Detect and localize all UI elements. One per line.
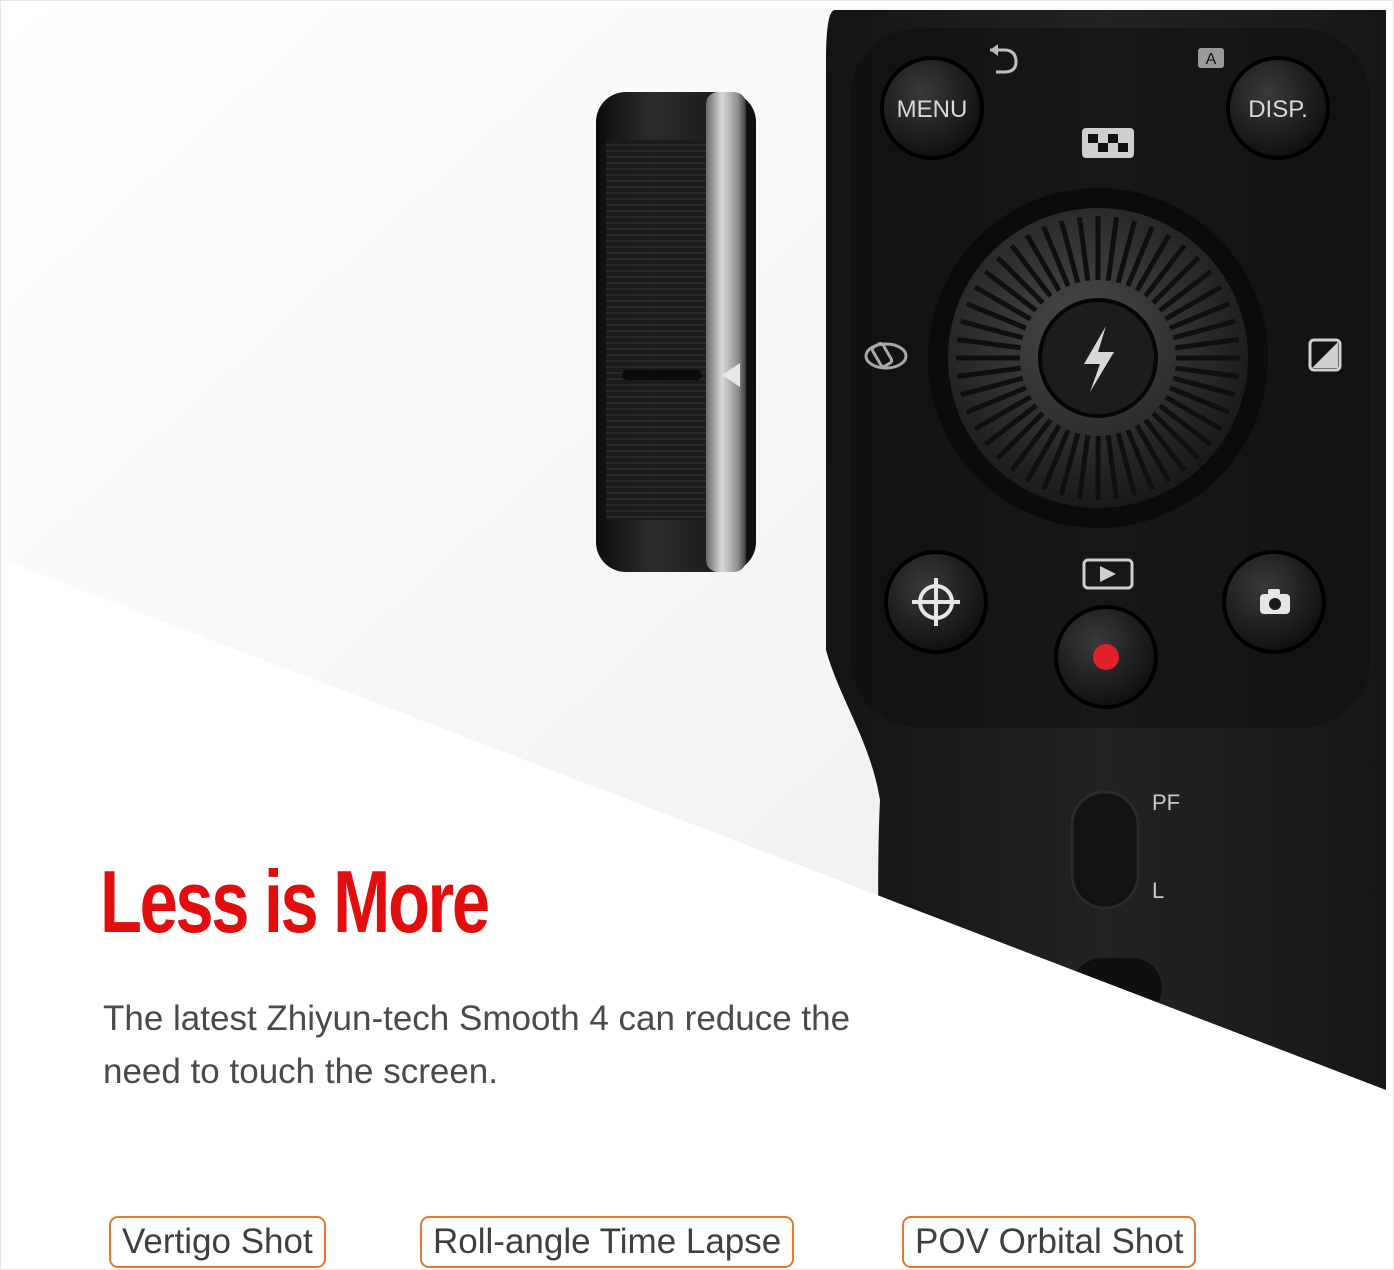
page-border <box>0 0 1394 1270</box>
